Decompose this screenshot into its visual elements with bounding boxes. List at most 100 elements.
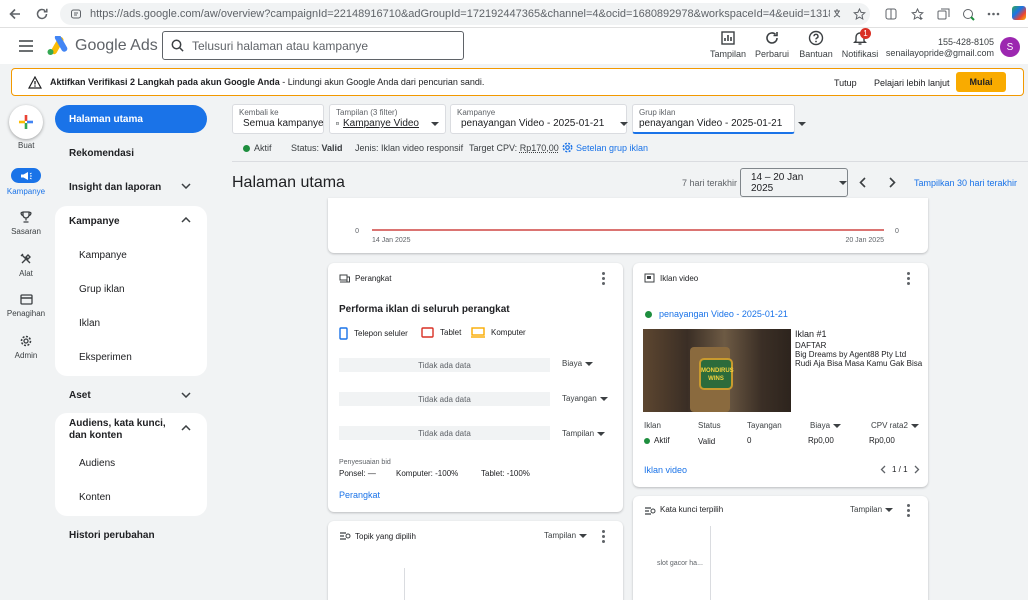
split-view-icon[interactable] [882, 5, 900, 23]
col-status: Status [698, 421, 721, 430]
page-title: Halaman utama [232, 174, 345, 191]
chevron-up-icon[interactable] [181, 217, 191, 223]
rail-tools[interactable]: Alat [1, 253, 51, 278]
search-field[interactable]: Telusuri halaman atau kampanye [162, 31, 464, 60]
nav-sub-ads[interactable]: Iklan [79, 318, 100, 329]
bookmark-star-icon[interactable] [850, 5, 868, 23]
filter-adgroup[interactable]: Grup iklan penayangan Video - 2025-01-21 [632, 104, 807, 134]
extensions-icon[interactable] [960, 5, 978, 23]
filter-campaign[interactable]: Kampanye penayangan Video - 2025-01-21 [450, 104, 629, 134]
col-cost[interactable]: Biaya [810, 421, 842, 430]
rail-billing[interactable]: Penagihan [1, 294, 51, 318]
site-info-icon[interactable] [70, 8, 82, 20]
devices-metric-1[interactable]: Biaya [562, 359, 594, 368]
nav-insights[interactable]: Insight dan laporan [69, 182, 161, 193]
rail-admin[interactable]: Admin [1, 335, 51, 360]
chevron-down-icon[interactable] [181, 392, 191, 398]
y-axis-right-tick: 0 [895, 228, 899, 235]
video-ad-pager: 1 / 1 [880, 465, 920, 474]
chevron-up-icon[interactable] [181, 425, 191, 431]
nav-change-history[interactable]: Histori perubahan [69, 530, 155, 541]
nav-sub-campaigns[interactable]: Kampanye [79, 250, 127, 261]
nav-sub-audiences[interactable]: Audiens [79, 458, 115, 469]
nav-sub-experiments[interactable]: Eksperimen [79, 352, 132, 363]
video-ad-campaign[interactable]: penayangan Video - 2025-01-21 [645, 309, 788, 319]
status-active-label: Aktif [254, 143, 272, 153]
avatar[interactable]: S [1000, 37, 1020, 57]
nav-audiences-header[interactable]: Audiens, kata kunci, dan konten [69, 418, 173, 442]
show-30-days-link[interactable]: Tampilkan 30 hari terakhir [914, 178, 1017, 188]
copilot-icon[interactable] [1012, 6, 1026, 20]
rail-goals[interactable]: Sasaran [1, 211, 51, 236]
keywords-title: Kata kunci terpilih [660, 505, 724, 514]
date-range-picker[interactable]: 14 – 20 Jan 2025 [740, 168, 848, 197]
rail-campaigns[interactable]: Kampanye [1, 168, 51, 196]
row-status-dot [644, 437, 650, 444]
favorites-icon[interactable] [908, 5, 926, 23]
account-info[interactable]: 155-428-8105 senailayopride@gmail.com [880, 37, 994, 59]
caret-icon [597, 431, 606, 436]
devices-link[interactable]: Perangkat [339, 490, 380, 500]
col-avg-cpv[interactable]: CPV rata2 [871, 421, 919, 430]
header-notifications-label: Notifikasi [841, 49, 879, 59]
adgroup-settings-link[interactable]: Setelan grup iklan [562, 142, 648, 153]
status-cpv[interactable]: Target CPV: Rp170,00 [469, 143, 559, 153]
keywords-dropdown[interactable]: Tampilan [850, 505, 894, 514]
google-ads-logo[interactable]: Google Ads [46, 36, 158, 56]
header-help-button[interactable]: Bantuan [794, 30, 838, 59]
header-help-label: Bantuan [799, 49, 833, 59]
address-bar[interactable]: https://ads.google.com/aw/overview?campa… [60, 3, 870, 25]
nav-sub-adgroups[interactable]: Grup iklan [79, 284, 125, 295]
devices-more-icon[interactable] [602, 272, 605, 285]
next-period-icon[interactable] [888, 177, 896, 188]
devices-metric-3[interactable]: Tampilan [562, 429, 606, 438]
pager-next-icon[interactable] [914, 465, 920, 474]
banner-learn-more-link[interactable]: Pelajari lebih lanjut [874, 78, 950, 88]
header-view-button[interactable]: Tampilan [706, 30, 750, 59]
adgroup-settings-label: Setelan grup iklan [576, 142, 649, 153]
caret-icon [910, 423, 919, 428]
devices-metric-2[interactable]: Tayangan [562, 394, 608, 403]
filter-view-label: Tampilan (3 filter) [336, 108, 398, 117]
back-arrow-icon[interactable] [6, 5, 24, 23]
nav-assets[interactable]: Aset [69, 390, 91, 401]
create-button[interactable] [9, 105, 43, 139]
ad-headline-1: Big Dreams by Agent88 Pty Ltd [795, 350, 907, 359]
topics-dropdown-label: Tampilan [544, 531, 577, 540]
nav-sub-content[interactable]: Konten [79, 492, 111, 503]
previous-period-icon[interactable] [859, 177, 867, 188]
video-ad-campaign-link: penayangan Video - 2025-01-21 [659, 309, 788, 319]
video-ad-card: Iklan video penayangan Video - 2025-01-2… [633, 263, 928, 487]
hamburger-menu-icon[interactable] [19, 40, 33, 52]
video-ad-link[interactable]: Iklan video [644, 465, 687, 475]
header-refresh-button[interactable]: Perbarui [750, 30, 794, 59]
topics-dropdown[interactable]: Tampilan [544, 531, 588, 540]
topics-axis [404, 568, 405, 600]
col-impressions: Tayangan [747, 421, 782, 430]
computer-icon [471, 327, 485, 338]
collections-icon[interactable] [934, 5, 952, 23]
reload-icon[interactable] [33, 5, 51, 23]
product-name: Google Ads [75, 37, 158, 54]
legend-computer-label: Komputer [491, 328, 526, 337]
more-menu-icon[interactable] [984, 5, 1002, 23]
keywords-more-icon[interactable] [907, 504, 910, 517]
chevron-down-icon[interactable] [181, 183, 191, 189]
legend-tablet-label: Tablet [440, 328, 462, 337]
filter-back[interactable]: Kembali ke Semua kampanye [232, 104, 324, 134]
banner-close-button[interactable]: Tutup [834, 78, 857, 88]
ad-cta: DAFTAR [795, 341, 827, 350]
video-thumbnail[interactable]: MONDIRUS WINS [643, 329, 791, 412]
status-value: Valid [321, 143, 343, 153]
nav-recommendations[interactable]: Rekomendasi [69, 148, 134, 159]
translate-icon[interactable] [830, 5, 848, 23]
rail-admin-label: Admin [14, 351, 38, 360]
filter-view[interactable]: Tampilan (3 filter) Kampanye Video [329, 104, 446, 134]
banner-start-button[interactable]: Mulai [956, 72, 1006, 92]
nav-home[interactable]: Halaman utama [55, 105, 207, 133]
date-range-value: 14 – 20 Jan 2025 [751, 171, 804, 194]
video-ad-more-icon[interactable] [907, 272, 910, 285]
topics-more-icon[interactable] [602, 530, 605, 543]
pager-prev-icon[interactable] [880, 465, 886, 474]
nav-campaigns-header[interactable]: Kampanye [69, 216, 120, 227]
